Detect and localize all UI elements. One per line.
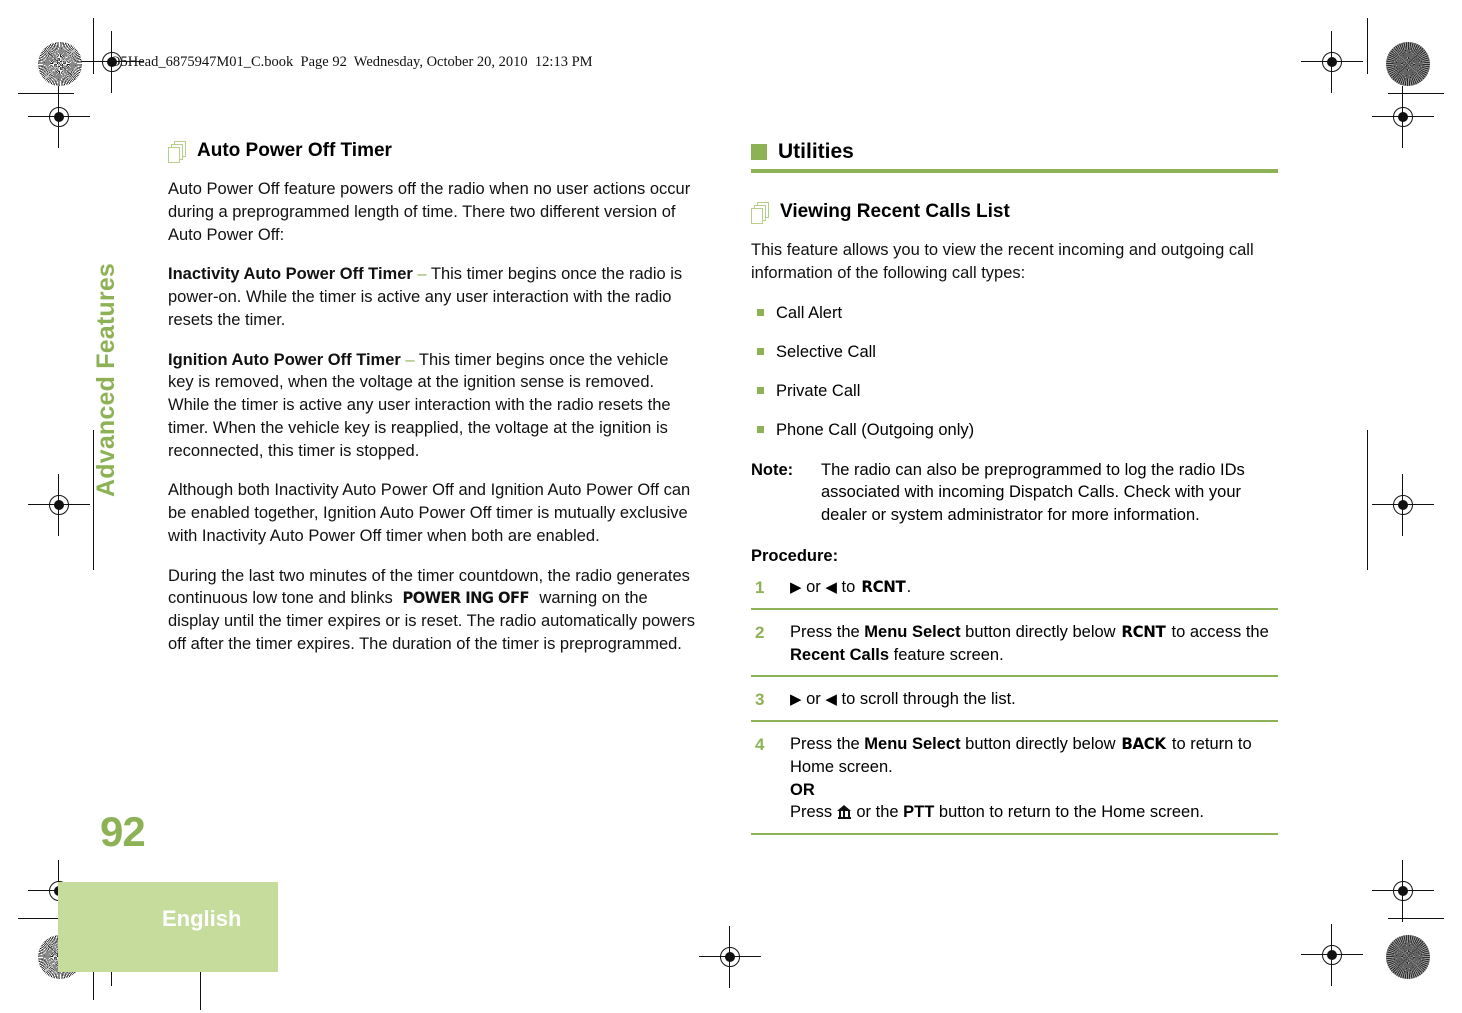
registration-starburst-top-left [38, 42, 82, 86]
step-text: to [836, 577, 860, 596]
call-types-list: Call Alert Selective Call Private Call P… [751, 302, 1278, 442]
language-label: English [162, 906, 242, 931]
arrow-right-icon: ▶ [790, 577, 802, 596]
step-text: feature screen. [889, 645, 1004, 664]
step-number: 2 [755, 622, 765, 642]
page-number: 92 [100, 808, 146, 855]
procedure-label: Procedure: [751, 546, 839, 565]
paragraph-intro: This feature allows you to view the rece… [751, 241, 1254, 282]
list-item: Private Call [751, 380, 1278, 402]
step-text: or [801, 577, 826, 596]
procedure-step-1: 1 ▶ or ◀ to RCNT. [751, 576, 1278, 610]
or-label: OR [790, 780, 815, 799]
step-text: button directly below [960, 622, 1121, 641]
stacked-pages-icon [751, 202, 770, 225]
softkey-label-rcnt: RCNT [1121, 621, 1166, 641]
step-text: or the [851, 803, 904, 822]
trim-line-right-middle-v [1367, 430, 1368, 570]
green-square-bullet-icon [751, 143, 767, 160]
registration-crosshair-bottom-center [699, 926, 761, 988]
step-text: Press the [790, 622, 865, 641]
step-text: or [801, 690, 826, 709]
trim-line-left-upper-h [18, 93, 74, 94]
running-header: O5Head_6875947M01_C.book Page 92 Wednesd… [110, 54, 593, 70]
paragraph-inactivity: Inactivity Auto Power Off Timer – This t… [168, 263, 695, 331]
chapter-tab-label: Advanced Features [92, 262, 120, 497]
softkey-label-back: BACK [1121, 734, 1167, 754]
note-label: Note: [751, 460, 794, 479]
registration-crosshair-bottom-right [1301, 924, 1363, 986]
left-column: Auto Power Off Timer Auto Power Off feat… [168, 140, 695, 673]
document-page: O5Head_6875947M01_C.book Page 92 Wednesd… [0, 0, 1462, 1013]
trim-line-top-right-v [1367, 18, 1368, 74]
list-item: Selective Call [751, 341, 1278, 363]
note-block: Note: The radio can also be preprogramme… [751, 459, 1278, 527]
softkey-label-rcnt: RCNT [861, 576, 906, 596]
procedure-step-4: 4 Press the Menu Select button directly … [751, 733, 1278, 836]
heading-text: Auto Power Off Timer [197, 140, 392, 161]
step-text: Press the [790, 735, 865, 754]
section-heading-text: Utilities [778, 140, 854, 163]
step-text: button directly below [960, 735, 1121, 754]
term-ignition: Ignition Auto Power Off Timer [168, 350, 401, 369]
registration-crosshair-right-lower [1372, 860, 1434, 922]
procedure-steps: 1 ▶ or ◀ to RCNT. 2 Press the Menu Selec… [751, 576, 1278, 836]
arrow-right-icon: ▶ [790, 690, 802, 709]
paragraph-ignition: Ignition Auto Power Off Timer – This tim… [168, 349, 695, 463]
feature-name-recent-calls: Recent Calls [790, 645, 890, 664]
term-dash: – [417, 265, 427, 284]
paragraph-intro: Auto Power Off feature powers off the ra… [168, 180, 691, 244]
stacked-pages-icon [168, 141, 187, 164]
section-rule [751, 169, 1278, 174]
section-heading-utilities: Utilities [751, 140, 1278, 163]
registration-starburst-top-right [1386, 42, 1430, 86]
button-name-ptt: PTT [903, 803, 935, 822]
registration-crosshair-right-upper [1372, 86, 1434, 148]
button-name-menu-select: Menu Select [864, 735, 961, 754]
arrow-left-icon: ◀ [825, 690, 837, 709]
paragraph-mutual-exclusive: Although both Inactivity Auto Power Off … [168, 481, 691, 545]
step-text: to access the [1166, 622, 1269, 641]
home-icon [836, 805, 852, 820]
step-text: . [906, 577, 912, 596]
list-item: Call Alert [751, 302, 1278, 324]
term-inactivity: Inactivity Auto Power Off Timer [168, 265, 413, 284]
button-name-menu-select: Menu Select [864, 622, 961, 641]
language-box: English [58, 882, 278, 972]
trim-line-top-left-v [93, 18, 94, 74]
right-column: Utilities Viewing Recent Calls List This… [751, 140, 1278, 846]
heading-text: Viewing Recent Calls List [780, 201, 1010, 223]
procedure-step-2: 2 Press the Menu Select button directly … [751, 621, 1278, 678]
registration-starburst-bottom-right [1386, 935, 1430, 979]
term-dash: – [405, 350, 415, 369]
list-item: Phone Call (Outgoing only) [751, 419, 1278, 441]
trim-line-right-lower-h [1388, 918, 1444, 919]
trim-line-right-upper-h [1388, 93, 1444, 94]
display-text-powering-off: POWER ING OFF [402, 588, 530, 608]
step-text: Press [790, 803, 837, 822]
paragraph-countdown: During the last two minutes of the timer… [168, 565, 695, 656]
heading-viewing-recent-calls-list: Viewing Recent Calls List [751, 201, 1278, 225]
registration-crosshair-left-upper [28, 86, 90, 148]
registration-crosshair-top-right [1301, 31, 1363, 93]
registration-crosshair-left-middle [28, 474, 90, 536]
step-number: 3 [755, 690, 765, 710]
step-number: 4 [755, 735, 765, 755]
step-text: to scroll through the list. [836, 690, 1016, 709]
step-number: 1 [755, 577, 765, 597]
heading-auto-power-off-timer: Auto Power Off Timer [168, 140, 695, 164]
note-text: The radio can also be preprogrammed to l… [821, 460, 1245, 525]
arrow-left-icon: ◀ [825, 577, 837, 596]
step-text: button to return to the Home screen. [934, 803, 1204, 822]
procedure-step-3: 3 ▶ or ◀ to scroll through the list. [751, 688, 1278, 723]
registration-crosshair-right-middle [1372, 474, 1434, 536]
